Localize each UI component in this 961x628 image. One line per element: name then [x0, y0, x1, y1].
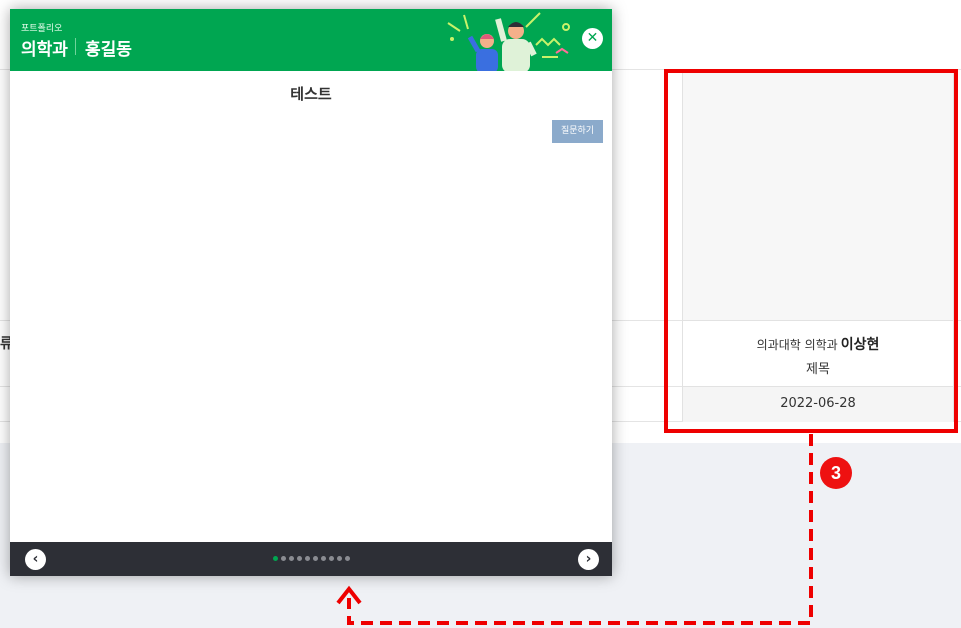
- page-dot[interactable]: [289, 556, 294, 561]
- page-dot[interactable]: [345, 556, 350, 561]
- chevron-left-icon[interactable]: ‹: [25, 549, 46, 570]
- portfolio-modal: 포트폴리오 의학과 홍길동 ✕ 테스트 질문하기 ‹ ›: [10, 9, 612, 576]
- page-dot[interactable]: [297, 556, 302, 561]
- page-dot[interactable]: [273, 556, 278, 561]
- modal-title: 테스트: [290, 85, 332, 103]
- modal-header: 포트폴리오 의학과 홍길동 ✕: [10, 9, 612, 71]
- modal-department: 의학과: [21, 40, 68, 60]
- celebration-illustration: [447, 12, 570, 71]
- page-dot[interactable]: [329, 556, 334, 561]
- page-dot[interactable]: [281, 556, 286, 561]
- modal-footer: ‹ ›: [10, 542, 612, 576]
- page-dot[interactable]: [337, 556, 342, 561]
- step-badge: 3: [820, 457, 852, 489]
- modal-subtitle: 포트폴리오: [21, 24, 63, 34]
- ask-question-button[interactable]: 질문하기: [552, 120, 603, 143]
- chevron-right-icon[interactable]: ›: [578, 549, 599, 570]
- close-icon[interactable]: ✕: [582, 28, 603, 49]
- modal-person-name: 홍길동: [85, 40, 132, 60]
- page-dot[interactable]: [305, 556, 310, 561]
- header-divider: [75, 38, 76, 55]
- page-indicator: [273, 556, 350, 562]
- page-dot[interactable]: [321, 556, 326, 561]
- page-dot[interactable]: [313, 556, 318, 561]
